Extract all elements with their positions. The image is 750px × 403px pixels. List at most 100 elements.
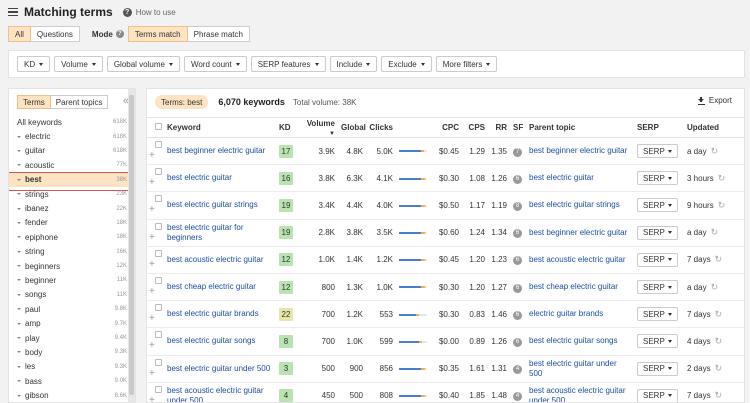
sidebar-term-item[interactable]: electric 618K (9, 129, 129, 143)
global-volume-filter-dropdown[interactable]: Global volume (106, 56, 180, 72)
serp-features-count-badge[interactable]: 6 (513, 337, 522, 347)
refresh-icon[interactable]: ↻ (715, 254, 723, 264)
sidebar-term-item[interactable]: les 9.3K (9, 360, 129, 374)
row-checkbox[interactable] (155, 195, 162, 203)
keyword-link[interactable]: best electric guitar (167, 173, 279, 183)
row-checkbox[interactable] (155, 168, 162, 176)
expand-caret-icon[interactable] (17, 380, 21, 383)
exclude-filter-dropdown[interactable]: Exclude (381, 56, 432, 72)
keyword-link[interactable]: best electric guitar for beginners (167, 223, 279, 243)
expand-caret-icon[interactable] (17, 250, 21, 253)
expand-caret-icon[interactable] (17, 236, 21, 239)
keyword-link[interactable]: best electric guitar strings (167, 200, 279, 210)
parent-topic-link[interactable]: best acoustic electric guitar under 500 (529, 386, 637, 402)
expand-caret-icon[interactable] (17, 293, 21, 296)
serp-dropdown[interactable]: SERP (637, 144, 678, 159)
expand-caret-icon[interactable] (17, 135, 21, 138)
col-keyword[interactable]: Keyword (167, 117, 279, 138)
terms-filter-pill[interactable]: Terms: best (155, 95, 209, 109)
serp-features-count-badge[interactable]: 6 (513, 310, 522, 320)
col-updated[interactable]: Updated (687, 117, 744, 138)
refresh-icon[interactable]: ↻ (711, 282, 719, 292)
row-checkbox[interactable] (155, 385, 162, 393)
mode-help-icon[interactable]: ? (115, 30, 124, 38)
serp-features-count-badge[interactable]: 6 (513, 229, 522, 239)
keyword-link[interactable]: best cheap electric guitar (167, 282, 279, 292)
col-cps[interactable]: CPS (465, 117, 491, 138)
sidebar-term-item[interactable]: songs 11K (9, 288, 129, 302)
expand-caret-icon[interactable] (17, 178, 21, 181)
serp-features-count-badge[interactable]: 4 (513, 392, 522, 402)
keyword-link[interactable]: best electric guitar songs (167, 336, 279, 346)
add-to-list-icon[interactable]: + (149, 259, 155, 270)
tab-parent-topics[interactable]: Parent topics (50, 95, 109, 109)
scope-questions-button[interactable]: Questions (30, 26, 80, 42)
serp-features-filter-dropdown[interactable]: SERP features (250, 56, 326, 72)
expand-caret-icon[interactable] (17, 221, 21, 224)
phrase-match-button[interactable]: Phrase match (187, 26, 250, 42)
add-to-list-icon[interactable]: + (149, 204, 155, 215)
expand-caret-icon[interactable] (17, 193, 21, 196)
parent-topic-link[interactable]: best electric guitar songs (529, 336, 637, 346)
serp-dropdown[interactable]: SERP (637, 388, 678, 402)
expand-caret-icon[interactable] (17, 351, 21, 354)
sidebar-term-item[interactable]: bass 9.0K (9, 374, 129, 388)
add-to-list-icon[interactable]: + (149, 150, 155, 161)
refresh-icon[interactable]: ↻ (711, 146, 719, 156)
col-serp[interactable]: SERP (637, 117, 687, 138)
refresh-icon[interactable]: ↻ (715, 309, 723, 319)
sidebar-term-item[interactable]: string 16K (9, 245, 129, 259)
col-kd[interactable]: KD (279, 117, 299, 138)
keyword-link[interactable]: best acoustic electric guitar (167, 255, 279, 265)
serp-features-count-badge[interactable]: 6 (513, 174, 522, 184)
expand-caret-icon[interactable] (17, 322, 21, 325)
refresh-icon[interactable]: ↻ (718, 173, 726, 183)
volume-filter-dropdown[interactable]: Volume (54, 56, 103, 72)
sidebar-term-item[interactable]: beginners 12K (9, 259, 129, 273)
word-count-filter-dropdown[interactable]: Word count (183, 56, 247, 72)
include-filter-dropdown[interactable]: Include (329, 56, 378, 72)
row-checkbox[interactable] (155, 331, 162, 339)
col-parent-topic[interactable]: Parent topic (529, 117, 637, 138)
parent-topic-link[interactable]: best beginner electric guitar (529, 228, 637, 238)
serp-dropdown[interactable]: SERP (637, 361, 678, 376)
add-to-list-icon[interactable]: + (149, 340, 155, 351)
more-filters-dropdown[interactable]: More filters (435, 56, 498, 72)
refresh-icon[interactable]: ↻ (718, 200, 726, 210)
refresh-icon[interactable]: ↻ (715, 336, 723, 346)
keyword-link[interactable]: best electric guitar brands (167, 309, 279, 319)
serp-features-count-badge[interactable]: 8 (513, 201, 522, 211)
expand-caret-icon[interactable] (17, 394, 21, 397)
keyword-link[interactable]: best acoustic electric guitar under 500 (167, 386, 279, 402)
sidebar-term-item[interactable]: ibanez 22K (9, 201, 129, 215)
expand-caret-icon[interactable] (17, 164, 21, 167)
col-global[interactable]: Global (341, 117, 369, 138)
sidebar-term-item[interactable]: guitar 618K (9, 144, 129, 158)
row-checkbox[interactable] (155, 358, 162, 366)
row-checkbox[interactable] (155, 249, 162, 257)
expand-caret-icon[interactable] (17, 337, 21, 340)
parent-topic-link[interactable]: best electric guitar strings (529, 200, 637, 210)
row-checkbox[interactable] (155, 277, 162, 285)
serp-dropdown[interactable]: SERP (637, 334, 678, 349)
expand-caret-icon[interactable] (17, 149, 21, 152)
parent-topic-link[interactable]: best electric guitar (529, 173, 637, 183)
keyword-link[interactable]: best beginner electric guitar (167, 146, 279, 156)
parent-topic-link[interactable]: best electric guitar under 500 (529, 359, 637, 379)
sidebar-term-item[interactable]: strings 23K (9, 187, 129, 201)
add-to-list-icon[interactable]: + (149, 313, 155, 324)
terms-match-button[interactable]: Terms match (127, 26, 188, 42)
col-volume[interactable]: Volume ▼ (299, 117, 341, 138)
sidebar-term-item[interactable]: All keywords 618K (9, 115, 129, 129)
col-clicks[interactable]: Clicks (369, 117, 399, 138)
serp-dropdown[interactable]: SERP (637, 171, 678, 186)
select-all-checkbox[interactable] (155, 123, 162, 130)
serp-dropdown[interactable]: SERP (637, 307, 678, 322)
tab-terms[interactable]: Terms (17, 95, 51, 109)
expand-caret-icon[interactable] (17, 265, 21, 268)
sidebar-term-item[interactable]: acoustic 77K (9, 158, 129, 172)
sidebar-term-item[interactable]: amp 9.7K (9, 316, 129, 330)
refresh-icon[interactable]: ↻ (711, 227, 719, 237)
sidebar-scrollbar[interactable] (128, 89, 135, 402)
refresh-icon[interactable]: ↻ (715, 390, 723, 400)
